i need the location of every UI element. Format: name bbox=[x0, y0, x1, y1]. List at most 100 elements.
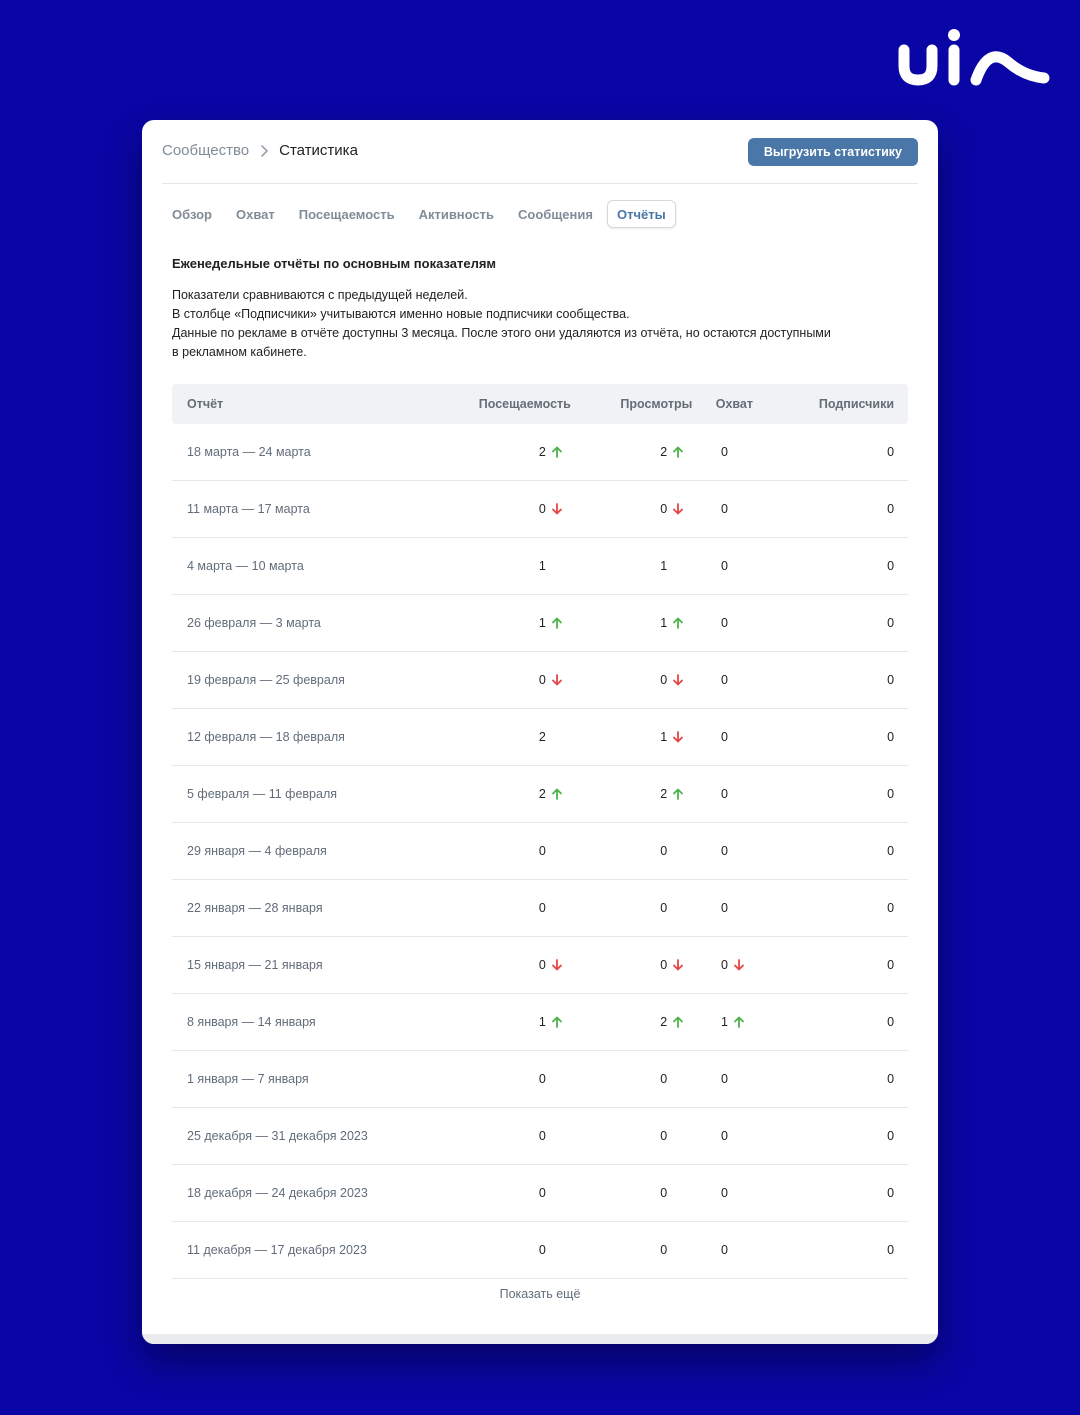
attendance-cell-value: 1 bbox=[538, 1015, 546, 1029]
table-row[interactable]: 11 марта — 17 марта 0 0 0 0 bbox=[172, 481, 908, 538]
table-row[interactable]: 1 января — 7 января 0 0 0 0 bbox=[172, 1051, 908, 1108]
reach-cell: 0 bbox=[721, 844, 753, 858]
arrow-up-icon bbox=[551, 788, 562, 800]
breadcrumb-community-link[interactable]: Сообщество bbox=[162, 142, 249, 159]
subscribers-cell-value: 0 bbox=[887, 1015, 895, 1029]
views-cell: 0 bbox=[660, 958, 692, 972]
tab-reports[interactable]: Отчёты bbox=[606, 200, 676, 228]
table-row[interactable]: 18 марта — 24 марта 2 2 0 0 bbox=[172, 424, 908, 481]
report-period[interactable]: 29 января — 4 февраля bbox=[172, 844, 422, 858]
table-row[interactable]: 18 декабря — 24 декабря 2023 0 0 0 0 bbox=[172, 1165, 908, 1222]
reach-cell: 0 bbox=[721, 1129, 753, 1143]
report-period[interactable]: 18 декабря — 24 декабря 2023 bbox=[172, 1186, 422, 1200]
table-row[interactable]: 5 февраля — 11 февраля 2 2 0 0 bbox=[172, 766, 908, 823]
views-cell: 0 bbox=[660, 1129, 692, 1143]
views-cell: 0 bbox=[660, 901, 692, 915]
table-row[interactable]: 15 января — 21 января 0 0 0 0 bbox=[172, 937, 908, 994]
column-header-report: Отчёт bbox=[187, 397, 224, 411]
attendance-cell-value: 0 bbox=[538, 1186, 546, 1200]
reach-cell-value: 0 bbox=[721, 787, 728, 801]
subscribers-cell-value: 0 bbox=[887, 1243, 895, 1257]
subscribers-cell-value: 0 bbox=[887, 502, 895, 516]
subscribers-cell: 0 bbox=[887, 559, 894, 573]
attendance-cell-value: 0 bbox=[538, 1072, 546, 1086]
subscribers-cell-value: 0 bbox=[887, 958, 895, 972]
views-cell-value: 0 bbox=[660, 958, 668, 972]
arrow-down-icon bbox=[673, 959, 684, 971]
views-cell-value: 1 bbox=[660, 730, 668, 744]
attendance-cell: 0 bbox=[539, 502, 571, 516]
tab-overview[interactable]: Обзор bbox=[162, 200, 222, 228]
arrow-down-icon bbox=[551, 503, 562, 515]
subscribers-cell: 0 bbox=[887, 901, 894, 915]
export-statistics-button[interactable]: Выгрузить статистику bbox=[747, 138, 918, 166]
tab-attendance[interactable]: Посещаемость bbox=[289, 200, 405, 228]
views-cell-value: 0 bbox=[660, 673, 668, 687]
subscribers-cell-value: 0 bbox=[887, 787, 895, 801]
views-cell: 2 bbox=[660, 1015, 692, 1029]
report-period[interactable]: 22 января — 28 января bbox=[172, 901, 422, 915]
show-more-button[interactable]: Показать ещё bbox=[142, 1287, 938, 1301]
attendance-cell: 0 bbox=[539, 844, 571, 858]
subscribers-cell-value: 0 bbox=[887, 1072, 895, 1086]
attendance-cell-value: 0 bbox=[538, 958, 546, 972]
arrow-down-icon bbox=[551, 674, 562, 686]
reports-table: Отчёт Посещаемость Просмотры Охват Подпи… bbox=[172, 384, 908, 1279]
report-period[interactable]: 18 марта — 24 марта bbox=[172, 445, 422, 459]
table-row[interactable]: 26 февраля — 3 марта 1 1 0 0 bbox=[172, 595, 908, 652]
report-period[interactable]: 19 февраля — 25 февраля bbox=[172, 673, 422, 687]
table-row[interactable]: 25 декабря — 31 декабря 2023 0 0 0 0 bbox=[172, 1108, 908, 1165]
views-cell-value: 0 bbox=[660, 1129, 668, 1143]
table-row[interactable]: 8 января — 14 января 1 2 1 0 bbox=[172, 994, 908, 1051]
subscribers-cell: 0 bbox=[887, 445, 894, 459]
table-row[interactable]: 11 декабря — 17 декабря 2023 0 0 0 0 bbox=[172, 1222, 908, 1279]
attendance-cell: 0 bbox=[539, 1072, 571, 1086]
description-line: в рекламном кабинете. bbox=[172, 345, 307, 359]
report-period[interactable]: 25 декабря — 31 декабря 2023 bbox=[172, 1129, 422, 1143]
reach-cell-value: 0 bbox=[721, 445, 728, 459]
report-period[interactable]: 8 января — 14 января bbox=[172, 1015, 422, 1029]
description-line: Данные по рекламе в отчёте доступны 3 ме… bbox=[172, 326, 831, 340]
report-period[interactable]: 26 февраля — 3 марта bbox=[172, 616, 422, 630]
subscribers-cell-value: 0 bbox=[887, 559, 895, 573]
views-cell: 1 bbox=[660, 559, 692, 573]
subscribers-cell-value: 0 bbox=[887, 901, 895, 915]
attendance-cell-value: 2 bbox=[538, 787, 546, 801]
column-header-subscribers: Подписчики bbox=[818, 397, 895, 411]
table-row[interactable]: 12 февраля — 18 февраля 2 1 0 0 bbox=[172, 709, 908, 766]
arrow-down-icon bbox=[551, 959, 562, 971]
table-row[interactable]: 19 февраля — 25 февраля 0 0 0 0 bbox=[172, 652, 908, 709]
report-period[interactable]: 4 марта — 10 марта bbox=[172, 559, 422, 573]
views-cell: 0 bbox=[660, 673, 692, 687]
arrow-up-icon bbox=[673, 788, 684, 800]
reach-cell: 0 bbox=[721, 616, 753, 630]
reach-cell: 0 bbox=[721, 1072, 753, 1086]
report-period[interactable]: 11 декабря — 17 декабря 2023 bbox=[172, 1243, 422, 1257]
report-period[interactable]: 12 февраля — 18 февраля bbox=[172, 730, 422, 744]
attendance-cell: 0 bbox=[539, 673, 571, 687]
subscribers-cell: 0 bbox=[887, 1186, 894, 1200]
table-row[interactable]: 22 января — 28 января 0 0 0 0 bbox=[172, 880, 908, 937]
subscribers-cell: 0 bbox=[887, 616, 894, 630]
table-row[interactable]: 4 марта — 10 марта 1 1 0 0 bbox=[172, 538, 908, 595]
attendance-cell: 0 bbox=[539, 901, 571, 915]
report-period[interactable]: 15 января — 21 января bbox=[172, 958, 422, 972]
reach-cell-value: 0 bbox=[721, 1186, 728, 1200]
reach-cell: 0 bbox=[721, 1243, 753, 1257]
reach-cell: 0 bbox=[721, 1186, 753, 1200]
reach-cell-value: 0 bbox=[721, 730, 728, 744]
views-cell: 0 bbox=[660, 502, 692, 516]
tab-activity[interactable]: Активность bbox=[409, 200, 504, 228]
tab-reach[interactable]: Охват bbox=[226, 200, 285, 228]
attendance-cell: 2 bbox=[539, 445, 571, 459]
views-cell: 0 bbox=[660, 1186, 692, 1200]
tab-messages[interactable]: Сообщения bbox=[508, 200, 603, 228]
report-period[interactable]: 11 марта — 17 марта bbox=[172, 502, 422, 516]
attendance-cell-value: 0 bbox=[538, 844, 546, 858]
report-period[interactable]: 5 февраля — 11 февраля bbox=[172, 787, 422, 801]
subscribers-cell-value: 0 bbox=[887, 616, 895, 630]
views-cell-value: 0 bbox=[660, 1186, 668, 1200]
report-period[interactable]: 1 января — 7 января bbox=[172, 1072, 422, 1086]
arrow-down-icon bbox=[673, 731, 684, 743]
table-row[interactable]: 29 января — 4 февраля 0 0 0 0 bbox=[172, 823, 908, 880]
